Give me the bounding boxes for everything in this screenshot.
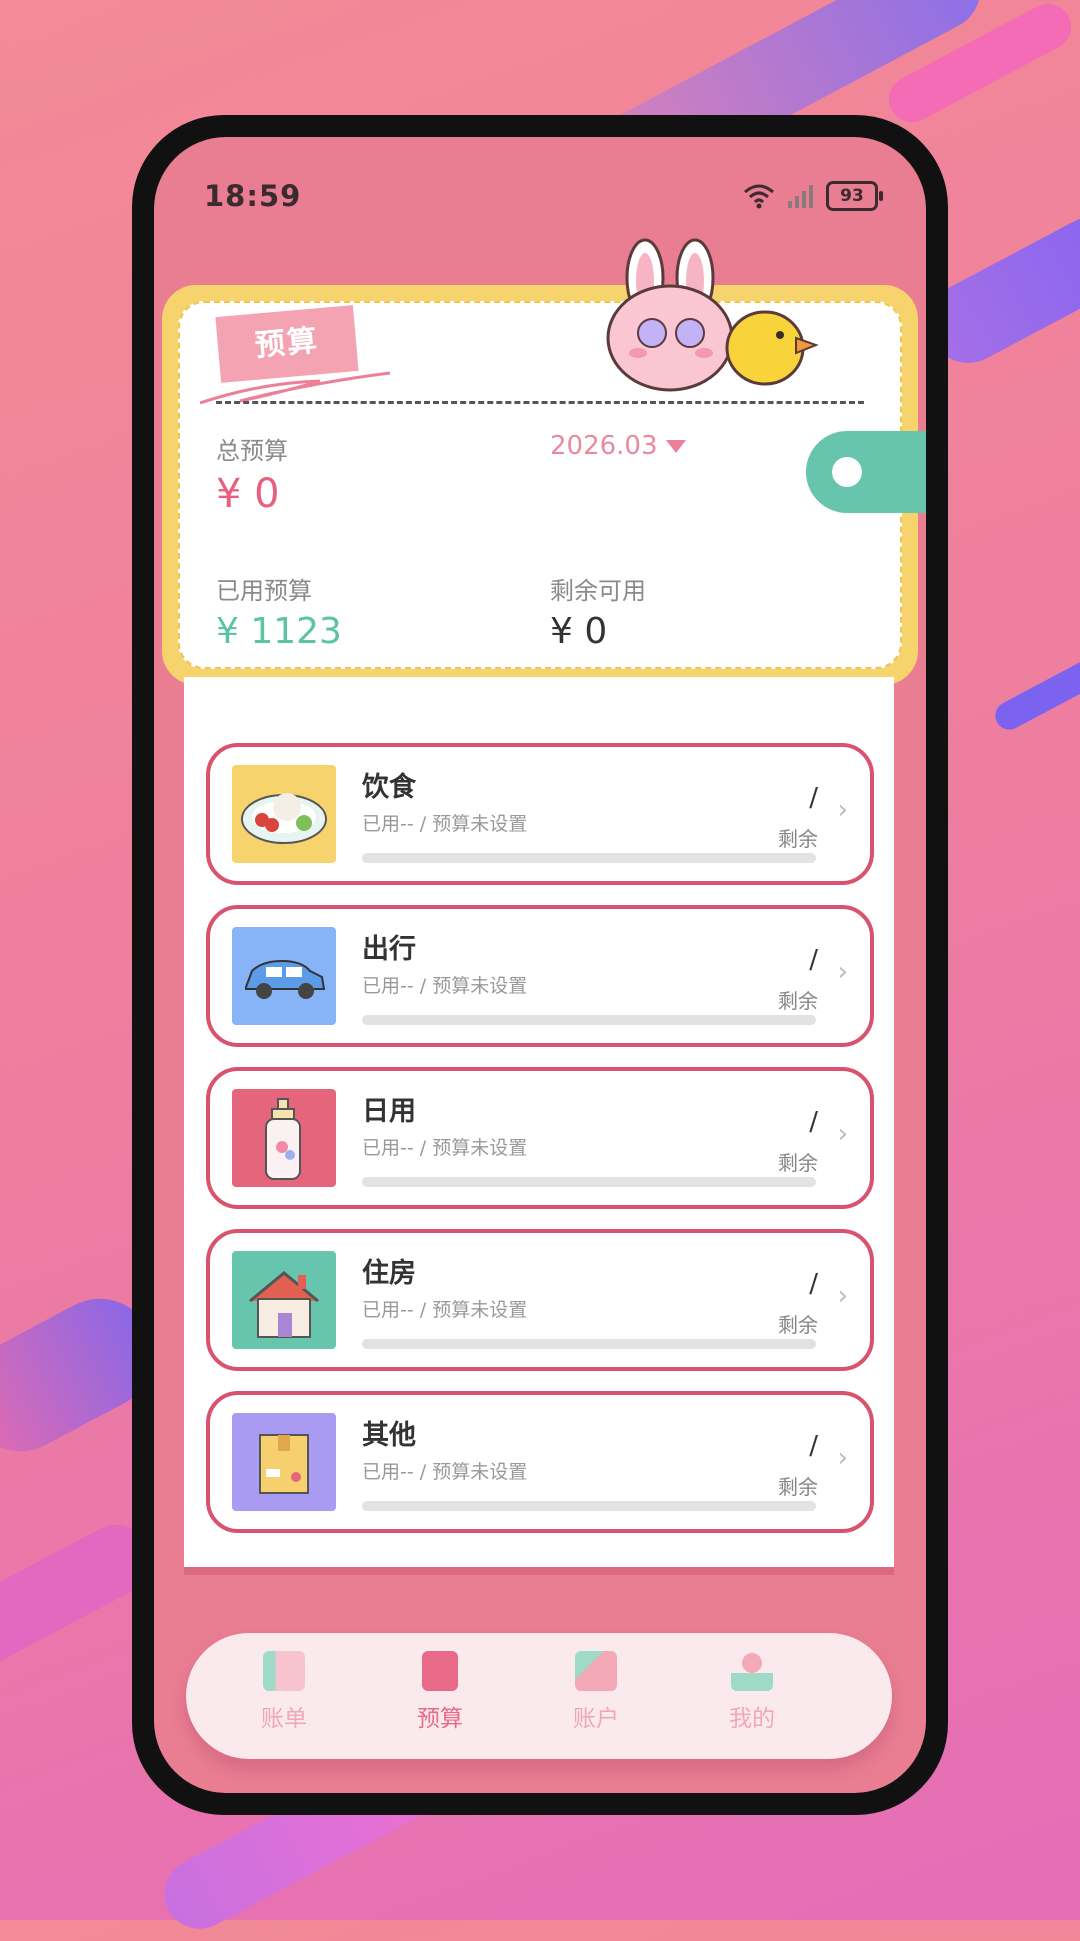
nav-label: 我的: [729, 1706, 775, 1732]
divider: [216, 401, 864, 404]
category-name: 出行: [362, 934, 416, 965]
dropdown-arrow-icon: [665, 440, 686, 453]
category-progress-bar: [362, 1501, 816, 1511]
budget-summary-card: 预算 总预算 ¥ 0 2026.03 已用预算 ¥ 1123 剩余可用 ¥ 0: [162, 238, 926, 685]
food-plate-icon: [232, 765, 336, 863]
chevron-right-icon: ›: [837, 1281, 848, 1311]
clasp-dot: [832, 457, 862, 487]
remaining-label: 剩余可用: [550, 577, 646, 605]
category-list: 饮食 已用-- / 预算未设置 / 剩余 › 出行 已用-- / 预算未设置 /…: [184, 677, 894, 1567]
category-remain-label: 剩余: [778, 989, 818, 1013]
category-detail: 已用-- / 预算未设置: [362, 1299, 528, 1321]
category-progress-bar: [362, 853, 816, 863]
category-item-transport[interactable]: 出行 已用-- / 预算未设置 / 剩余 ›: [206, 905, 874, 1047]
nav-label: 预算: [417, 1706, 463, 1732]
car-icon: [232, 927, 336, 1025]
signal-icon: [788, 185, 813, 208]
bunny-mascot-icon: [606, 238, 819, 392]
category-remain-label: 剩余: [778, 1475, 818, 1499]
month-value: 2026.03: [550, 431, 658, 461]
nav-item-profile[interactable]: 我的: [692, 1651, 812, 1733]
total-budget-label: 总预算: [216, 437, 288, 465]
house-icon: [232, 1251, 336, 1349]
chevron-right-icon: ›: [837, 957, 848, 987]
category-item-daily[interactable]: 日用 已用-- / 预算未设置 / 剩余 ›: [206, 1067, 874, 1209]
used-budget-label: 已用预算: [216, 577, 312, 605]
category-progress-bar: [362, 1177, 816, 1187]
chevron-right-icon: ›: [837, 795, 848, 825]
status-icons: 93: [742, 181, 883, 211]
category-name: 日用: [362, 1096, 416, 1127]
lotion-bottle-icon: [232, 1089, 336, 1187]
used-budget-value: ¥ 1123: [216, 611, 342, 652]
category-amount: /: [809, 1269, 818, 1299]
status-time: 18:59: [204, 179, 302, 213]
month-selector[interactable]: 2026.03: [550, 431, 686, 461]
wallet-clasp-toggle[interactable]: [806, 431, 926, 513]
budget-summary-inner: 预算 总预算 ¥ 0 2026.03 已用预算 ¥ 1123 剩余可用 ¥ 0: [178, 238, 902, 669]
bottom-nav: 账单 预算 账户 我的: [186, 1633, 892, 1759]
category-remain-label: 剩余: [778, 1313, 818, 1337]
nav-item-account[interactable]: 账户: [536, 1651, 656, 1733]
budget-icon: [422, 1651, 458, 1691]
category-detail: 已用-- / 预算未设置: [362, 1461, 528, 1483]
category-remain-label: 剩余: [778, 827, 818, 851]
category-detail: 已用-- / 预算未设置: [362, 1137, 528, 1159]
decorative-stripe: [990, 653, 1080, 735]
category-item-food[interactable]: 饮食 已用-- / 预算未设置 / 剩余 ›: [206, 743, 874, 885]
remaining-value: ¥ 0: [550, 611, 608, 652]
bill-icon: [263, 1651, 305, 1691]
battery-icon: 93: [826, 181, 883, 211]
category-name: 其他: [362, 1420, 416, 1451]
category-amount: /: [809, 1431, 818, 1461]
category-remain-label: 剩余: [778, 1151, 818, 1175]
nav-item-bill[interactable]: 账单: [224, 1651, 344, 1733]
nav-label: 账单: [261, 1706, 307, 1732]
category-amount: /: [809, 783, 818, 813]
app-screen: 18:59 93 预算 总预算 ¥ 0 2026.03 已用预算 ¥ 1123 …: [154, 137, 926, 1793]
category-progress-bar: [362, 1339, 816, 1349]
category-item-other[interactable]: 其他 已用-- / 预算未设置 / 剩余 ›: [206, 1391, 874, 1533]
category-amount: /: [809, 945, 818, 975]
category-detail: 已用-- / 预算未设置: [362, 975, 528, 997]
budget-tag: 预算: [215, 305, 359, 383]
phone-frame: 18:59 93 预算 总预算 ¥ 0 2026.03 已用预算 ¥ 1123 …: [132, 115, 948, 1815]
category-item-housing[interactable]: 住房 已用-- / 预算未设置 / 剩余 ›: [206, 1229, 874, 1371]
total-budget-value: ¥ 0: [216, 471, 280, 517]
nav-item-budget[interactable]: 预算: [380, 1651, 500, 1733]
chevron-right-icon: ›: [837, 1119, 848, 1149]
category-amount: /: [809, 1107, 818, 1137]
profile-icon: [731, 1651, 773, 1691]
status-bar: 18:59 93: [204, 177, 883, 221]
category-progress-bar: [362, 1015, 816, 1025]
chevron-right-icon: ›: [837, 1443, 848, 1473]
nav-label: 账户: [573, 1706, 619, 1732]
category-name: 饮食: [362, 772, 416, 803]
wallet-icon: [575, 1651, 617, 1691]
wifi-icon: [744, 184, 774, 209]
category-name: 住房: [362, 1258, 416, 1289]
category-detail: 已用-- / 预算未设置: [362, 813, 528, 835]
box-icon: [232, 1413, 336, 1511]
